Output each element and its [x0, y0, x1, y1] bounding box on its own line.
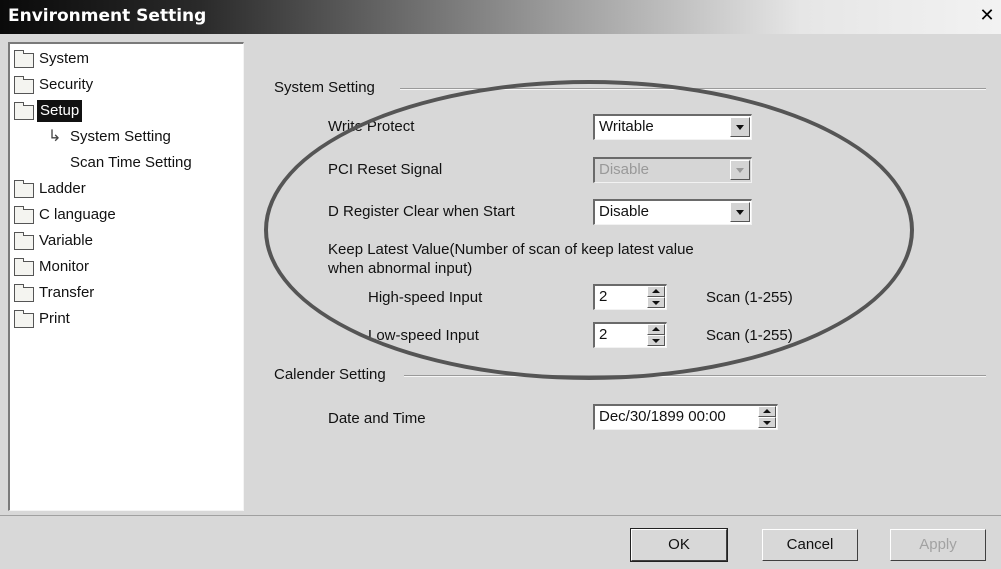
low-speed-input-label: Low-speed Input — [368, 327, 479, 344]
d-register-clear-select[interactable]: Disable — [593, 199, 752, 225]
tree-item-label: C language — [39, 206, 116, 223]
tree-item-label: Scan Time Setting — [70, 154, 192, 171]
tree-item-label: System Setting — [70, 128, 171, 145]
open-folder-icon — [14, 102, 34, 120]
system-setting-group-label: System Setting — [274, 79, 375, 96]
title-bar[interactable]: Environment Setting ✕ — [0, 0, 1001, 34]
low-speed-input-unit: Scan (1-255) — [706, 327, 793, 344]
close-icon[interactable]: ✕ — [977, 5, 997, 25]
spin-up-icon[interactable] — [647, 286, 665, 297]
write-protect-label: Write Protect — [328, 118, 415, 135]
low-speed-input-value: 2 — [599, 326, 608, 343]
tree-item-label: Security — [39, 76, 94, 93]
ok-button[interactable]: OK — [630, 528, 728, 562]
date-and-time-value: Dec/30/1899 00:00 — [599, 408, 726, 425]
group-divider — [404, 375, 986, 377]
chevron-down-icon — [730, 160, 750, 180]
cancel-button[interactable]: Cancel — [762, 529, 858, 561]
high-speed-input-spinner[interactable]: 2 — [593, 284, 667, 310]
pci-reset-signal-select: Disable — [593, 157, 752, 183]
settings-tree[interactable]: System Security Setup ↳ System Setting S… — [8, 42, 244, 511]
spin-down-icon[interactable] — [647, 335, 665, 346]
folder-icon — [14, 76, 34, 94]
tree-item-label: Setup — [37, 100, 83, 122]
spin-up-icon[interactable] — [647, 324, 665, 335]
low-speed-input-spinner[interactable]: 2 — [593, 322, 667, 348]
group-divider — [400, 88, 986, 90]
tree-item-label: Variable — [39, 232, 93, 249]
folder-icon — [14, 180, 34, 198]
tree-item-label: Print — [39, 310, 70, 327]
pci-reset-signal-label: PCI Reset Signal — [328, 161, 443, 178]
chevron-down-icon[interactable] — [730, 202, 750, 222]
tree-item-label: Ladder — [39, 180, 86, 197]
date-and-time-label: Date and Time — [328, 410, 426, 427]
high-speed-input-unit: Scan (1-255) — [706, 289, 793, 306]
current-page-arrow-icon: ↳ — [48, 128, 62, 145]
tree-item-label: Monitor — [39, 258, 90, 275]
tree-item-label: System — [39, 50, 90, 67]
folder-icon — [14, 206, 34, 224]
folder-icon — [14, 258, 34, 276]
folder-icon — [14, 310, 34, 328]
tree-item-label: Transfer — [39, 284, 95, 301]
keep-latest-value-label: Keep Latest Value(Number of scan of keep… — [328, 241, 694, 258]
calender-setting-group-label: Calender Setting — [274, 366, 386, 383]
window-title: Environment Setting — [8, 6, 207, 26]
high-speed-input-value: 2 — [599, 288, 608, 305]
spin-down-icon[interactable] — [758, 417, 776, 428]
folder-icon — [14, 50, 34, 68]
folder-icon — [14, 284, 34, 302]
write-protect-value: Writable — [599, 118, 654, 135]
apply-button: Apply — [890, 529, 986, 561]
write-protect-select[interactable]: Writable — [593, 114, 752, 140]
spin-up-icon[interactable] — [758, 406, 776, 417]
chevron-down-icon[interactable] — [730, 117, 750, 137]
d-register-clear-value: Disable — [599, 203, 650, 220]
high-speed-input-label: High-speed Input — [368, 289, 483, 306]
spin-down-icon[interactable] — [647, 297, 665, 308]
environment-setting-dialog: Environment Setting ✕ System Security Se… — [0, 0, 1001, 569]
d-register-clear-label: D Register Clear when Start — [328, 203, 515, 220]
pci-reset-signal-value: Disable — [599, 161, 650, 178]
folder-icon — [14, 232, 34, 250]
keep-latest-value-label-line2: when abnormal input) — [328, 260, 473, 277]
date-and-time-picker[interactable]: Dec/30/1899 00:00 — [593, 404, 778, 430]
